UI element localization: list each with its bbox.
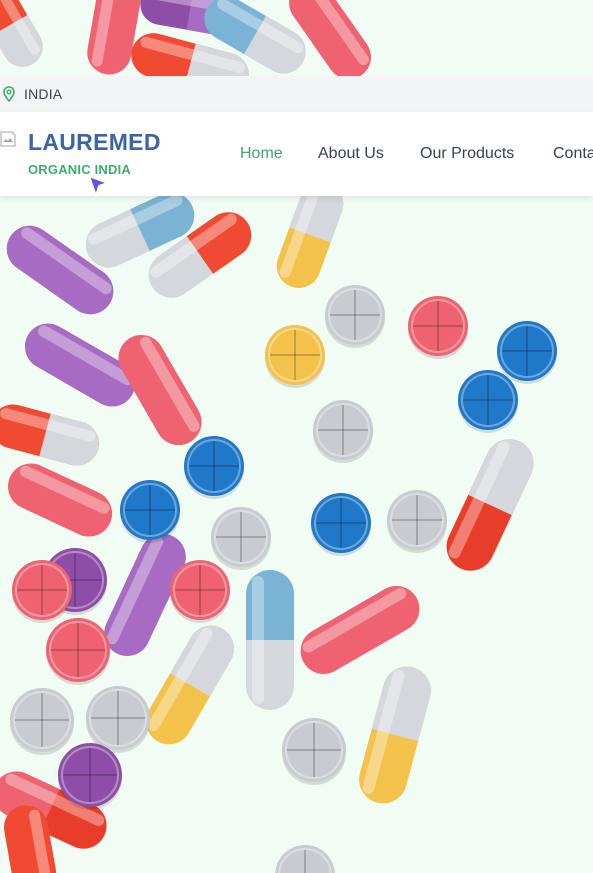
nav-link-about-us[interactable]: About Us — [318, 145, 384, 163]
brand-tagline: ORGANIC INDIA — [28, 162, 131, 177]
brand-name[interactable]: LAUREMED — [28, 129, 161, 156]
nav-link-our-products[interactable]: Our Products — [420, 145, 514, 163]
map-pin-icon — [1, 86, 17, 102]
top-info-bar: INDIA — [0, 76, 593, 112]
nav-link-contact[interactable]: Conta — [553, 145, 593, 163]
pointer-cursor-icon — [86, 174, 112, 200]
location-country-text: INDIA — [24, 86, 63, 102]
nav-link-home[interactable]: Home — [240, 145, 283, 163]
broken-image-icon[interactable] — [0, 131, 16, 147]
